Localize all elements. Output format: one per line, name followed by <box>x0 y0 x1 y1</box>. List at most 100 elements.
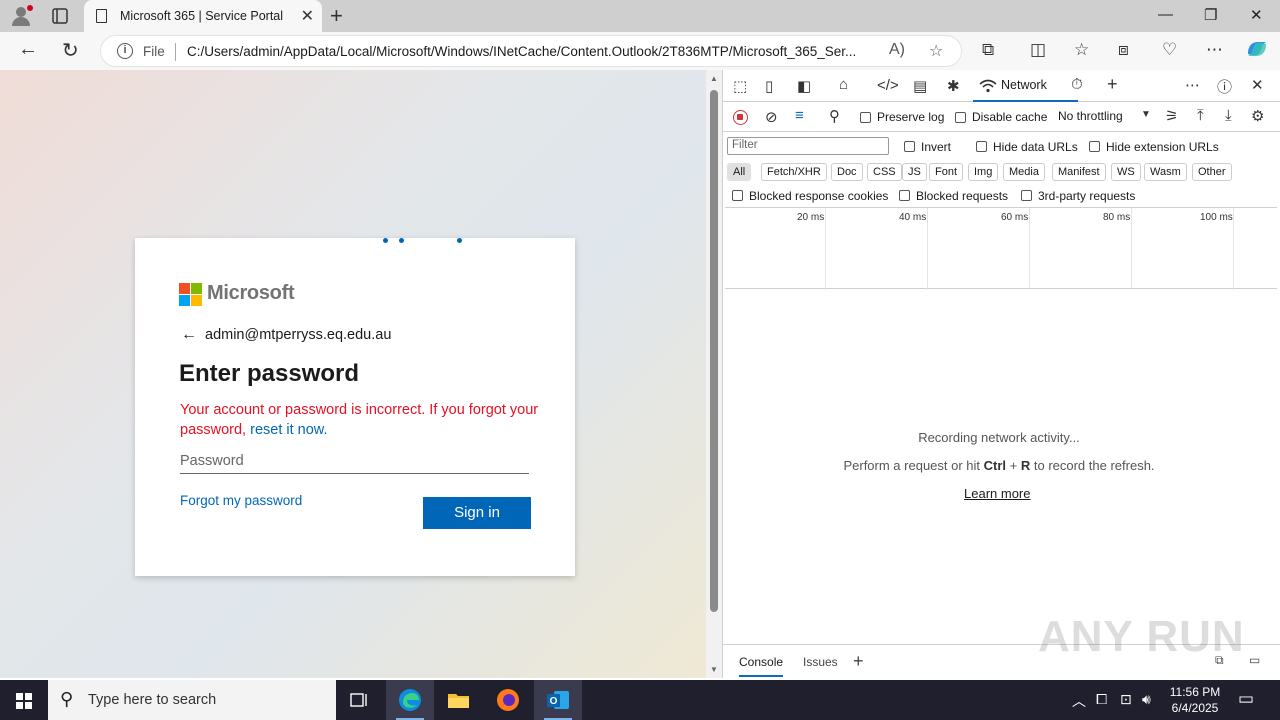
hide-data-urls-checkbox[interactable] <box>976 141 987 152</box>
close-devtools-icon[interactable]: ✕ <box>1251 76 1264 94</box>
hide-extension-urls-label: Hide extension URLs <box>1106 140 1219 154</box>
close-tab-icon[interactable]: ✕ <box>301 6 314 26</box>
tab-network[interactable]: Network <box>973 70 1078 102</box>
clear-icon[interactable]: ⊘ <box>765 108 778 126</box>
url-text[interactable]: C:/Users/admin/AppData/Local/Microsoft/W… <box>187 44 887 59</box>
welcome-home-icon[interactable]: ⌂ <box>839 76 848 93</box>
extensions-icon[interactable]: ⧉ <box>982 40 994 60</box>
filter-chip-all[interactable]: All <box>727 163 752 181</box>
timeline-tick-label: 80 ms <box>1103 212 1131 223</box>
close-drawer-icon[interactable]: ▭ <box>1249 653 1260 667</box>
filter-chip-img[interactable]: Img <box>968 163 999 181</box>
scrollbar-thumb[interactable] <box>710 90 718 612</box>
file-explorer-icon[interactable] <box>434 680 482 720</box>
error-message: Your account or password is incorrect. I… <box>180 402 539 438</box>
filter-chip-font[interactable]: Font <box>929 163 964 181</box>
chevron-down-icon[interactable]: ▼ <box>1141 109 1151 120</box>
devtools-more-icon[interactable]: ⋯ <box>1185 76 1200 94</box>
disable-cache-checkbox[interactable] <box>955 112 966 123</box>
info-icon[interactable]: i <box>117 43 133 59</box>
reset-password-link[interactable]: reset it now. <box>250 422 327 438</box>
third-party-checkbox[interactable] <box>1021 190 1032 201</box>
recording-status: Recording network activity... <box>918 430 1080 445</box>
filter-chip-fetch-xhr[interactable]: Fetch/XHR <box>761 163 827 181</box>
profile-icon[interactable] <box>10 5 33 27</box>
hide-extension-urls-checkbox[interactable] <box>1089 141 1100 152</box>
filter-chip-media[interactable]: Media <box>1003 163 1045 181</box>
preserve-log-checkbox[interactable] <box>860 112 871 123</box>
close-window-icon[interactable]: ✕ <box>1250 6 1263 24</box>
collections-icon[interactable]: ⧈ <box>1118 40 1129 60</box>
scroll-down-icon[interactable]: ▼ <box>710 665 718 674</box>
sources-bug-icon[interactable]: ✱ <box>947 77 960 95</box>
favorites-icon[interactable]: ☆ <box>1074 40 1089 60</box>
notifications-icon[interactable]: ▭ <box>1238 689 1254 709</box>
device-emulation-icon[interactable]: ▯ <box>765 77 773 95</box>
network-settings-gear-icon[interactable]: ⚙ <box>1251 107 1264 125</box>
network-conditions-icon[interactable]: ⚞ <box>1165 107 1178 125</box>
address-bar[interactable]: i File C:/Users/admin/AppData/Local/Micr… <box>100 35 962 67</box>
search-icon[interactable]: ⚲ <box>829 107 840 125</box>
tab-actions-icon[interactable] <box>48 6 72 26</box>
forgot-password-link[interactable]: Forgot my password <box>180 493 302 508</box>
blocked-cookies-checkbox[interactable] <box>732 190 743 201</box>
network-icon[interactable]: ⊡ <box>1120 691 1132 708</box>
import-har-icon[interactable]: ⤒ <box>1197 107 1204 124</box>
windows-start-icon[interactable] <box>16 693 32 709</box>
back-icon[interactable]: ← <box>18 38 38 61</box>
minimize-icon[interactable]: — <box>1158 6 1173 23</box>
network-timeline[interactable]: 20 ms 40 ms 60 ms 80 ms 100 ms <box>725 207 1277 290</box>
drawer-tab-issues[interactable]: Issues <box>803 655 838 669</box>
inspect-element-icon[interactable]: ⬚ <box>733 77 747 95</box>
split-screen-icon[interactable]: ◫ <box>1030 40 1046 60</box>
favorite-star-icon[interactable]: ☆ <box>929 41 943 61</box>
filter-toggle-icon[interactable]: ≡ <box>795 107 804 124</box>
tray-chevron-up-icon[interactable]: ︿ <box>1072 691 1086 711</box>
console-icon[interactable]: ▤ <box>913 77 927 95</box>
task-view-icon[interactable] <box>336 680 384 720</box>
new-tab-icon[interactable]: + <box>330 3 343 29</box>
sign-in-button[interactable]: Sign in <box>423 497 531 529</box>
filter-chip-manifest[interactable]: Manifest <box>1052 163 1106 181</box>
filter-chip-doc[interactable]: Doc <box>831 163 863 181</box>
browser-tab[interactable]: Microsoft 365 | Service Portal ✕ <box>84 0 322 32</box>
taskbar-search[interactable]: ⚲ Type here to search <box>48 680 336 720</box>
edge-taskbar-icon[interactable] <box>386 680 434 720</box>
export-har-icon[interactable]: ⤓ <box>1225 107 1232 124</box>
filter-input[interactable]: Filter <box>727 137 889 155</box>
dock-side-icon[interactable]: ◧ <box>797 77 811 95</box>
read-aloud-icon[interactable]: A) <box>889 41 905 59</box>
back-arrow-icon[interactable]: ← <box>181 326 197 344</box>
elements-icon[interactable]: </> <box>877 77 899 94</box>
filter-chip-wasm[interactable]: Wasm <box>1144 163 1187 181</box>
blocked-requests-checkbox[interactable] <box>899 190 910 201</box>
record-icon[interactable] <box>733 110 748 125</box>
filter-chip-ws[interactable]: WS <box>1111 163 1141 181</box>
add-tool-icon[interactable]: + <box>1107 74 1118 95</box>
add-drawer-tab-icon[interactable]: + <box>853 651 864 672</box>
filter-chip-other[interactable]: Other <box>1192 163 1232 181</box>
taskbar-clock[interactable]: 11:56 PM 6/4/2025 <box>1160 684 1230 716</box>
more-menu-icon[interactable]: ⋯ <box>1206 40 1223 60</box>
invert-checkbox[interactable] <box>904 141 915 152</box>
scroll-up-icon[interactable]: ▲ <box>710 74 718 83</box>
learn-more-link[interactable]: Learn more <box>964 486 1030 501</box>
performance-icon[interactable]: ⏱ <box>1071 76 1083 93</box>
watermark-logo: ANY RUN <box>1038 612 1245 661</box>
devtools-panel: ⬚ ▯ ◧ ⌂ </> ▤ ✱ Network ⏱ + ⋯ ⓘ ✕ ⊘ ≡ ⚲ … <box>722 70 1280 678</box>
tray-app-icon[interactable]: ⧠ <box>1096 691 1107 708</box>
help-icon[interactable]: ⓘ <box>1217 76 1232 97</box>
password-field[interactable] <box>180 444 529 474</box>
filter-chip-css[interactable]: CSS <box>867 163 902 181</box>
throttling-select[interactable]: No throttling <box>1058 109 1123 123</box>
firefox-icon[interactable] <box>484 680 532 720</box>
browser-essentials-icon[interactable]: ♡ <box>1162 40 1177 60</box>
refresh-icon[interactable]: ↻ <box>62 38 79 63</box>
outlook-icon[interactable]: O <box>534 680 582 720</box>
drawer-tab-console[interactable]: Console <box>739 655 784 677</box>
filter-chip-js[interactable]: JS <box>902 163 927 181</box>
volume-icon[interactable]: 🔊︎ <box>1142 691 1151 708</box>
restore-icon[interactable]: ❐ <box>1204 6 1217 24</box>
copilot-icon[interactable] <box>1244 38 1270 65</box>
page-scrollbar[interactable]: ▲ ▼ <box>706 70 722 678</box>
